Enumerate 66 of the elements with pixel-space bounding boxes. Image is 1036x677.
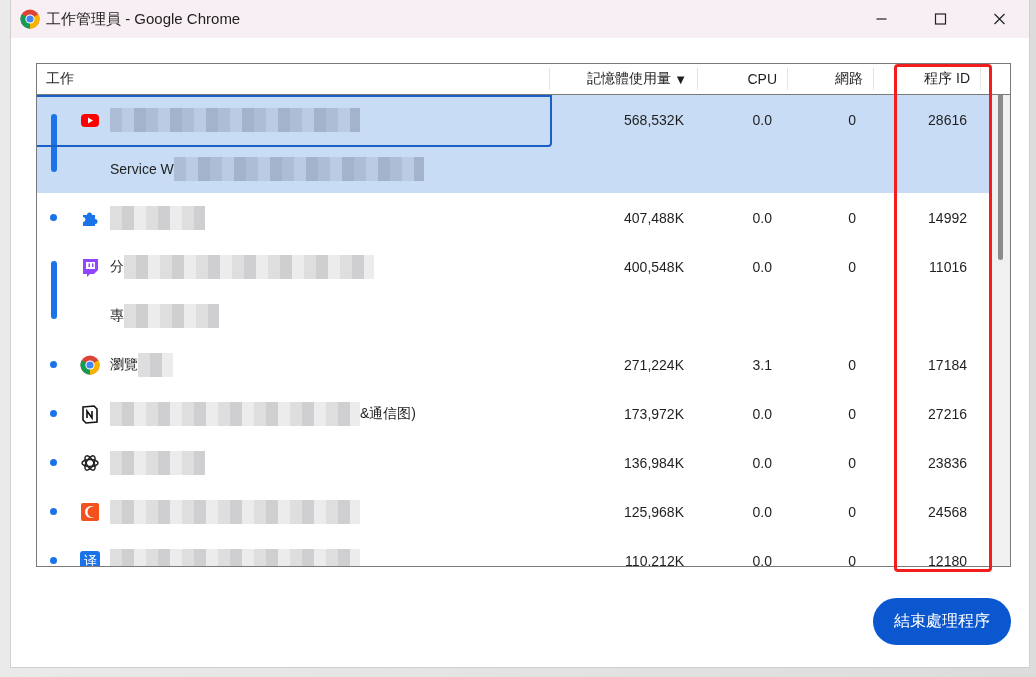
notebook-icon <box>80 404 100 424</box>
task-row[interactable]: Service W 568,532K 0.0 0 28616 <box>37 95 990 193</box>
group-bar <box>50 261 57 319</box>
task-name: 分 <box>110 257 124 276</box>
task-name: 專 <box>110 306 124 325</box>
group-dot <box>50 410 57 417</box>
task-row[interactable]: 136,984K 0.0 0 23836 <box>37 438 990 487</box>
task-row[interactable]: 分 專 400,548K 0.0 0 11016 <box>37 242 990 340</box>
network-cell-text: 0 <box>847 355 857 375</box>
cpu-cell-text: 0.0 <box>751 404 773 424</box>
browser-logo-icon <box>20 9 40 29</box>
pid-cell-text: 11016 <box>928 257 968 277</box>
network-cell-text: 0 <box>847 404 857 424</box>
cpu-cell-text: 0.0 <box>751 257 773 277</box>
memory-cell-text: 271,224K <box>623 355 685 375</box>
task-name: Service W <box>110 160 174 177</box>
pid-cell-text: 28616 <box>927 110 968 130</box>
group-dot <box>50 214 57 221</box>
chat-bubble-icon <box>80 257 100 277</box>
cpu-cell-text: 0.0 <box>751 502 773 522</box>
pid-cell-text: 24568 <box>927 502 968 522</box>
scrollbar-thumb[interactable] <box>998 95 1003 260</box>
memory-cell-text: 125,968K <box>623 502 685 522</box>
group-bar <box>50 114 57 172</box>
memory-cell-text: 136,984K <box>623 453 685 473</box>
cpu-cell-text: 0.0 <box>751 110 773 130</box>
group-dot <box>50 459 57 466</box>
task-row[interactable]: 407,488K 0.0 0 14992 <box>37 193 990 242</box>
window-title: 工作管理員 - Google Chrome <box>46 9 242 29</box>
pid-cell-text: 17184 <box>927 355 968 375</box>
task-row[interactable]: 125,968K 0.0 0 24568 <box>37 487 990 536</box>
group-dot <box>50 557 57 564</box>
memory-cell-text: 407,488K <box>623 208 685 228</box>
pid-cell-text: 12180 <box>927 551 968 566</box>
cpu-cell-text: 0.0 <box>751 551 773 566</box>
end-process-button[interactable]: 結束處理程序 <box>873 598 1011 645</box>
pid-cell-text: 27216 <box>927 404 968 424</box>
group-dot <box>50 508 57 515</box>
group-dot <box>50 361 57 368</box>
browser-logo-icon <box>80 355 100 375</box>
network-cell-text: 0 <box>847 257 857 277</box>
task-row[interactable]: &通信图) 173,972K 0.0 0 27216 <box>37 389 990 438</box>
cpu-cell-text: 3.1 <box>751 355 773 375</box>
knot-icon <box>80 453 100 473</box>
column-header[interactable]: 工作 <box>37 68 550 90</box>
crescent-icon <box>80 502 100 522</box>
network-cell-text: 0 <box>847 110 857 130</box>
network-cell-text: 0 <box>847 208 857 228</box>
memory-cell-text: 568,532K <box>623 110 685 130</box>
network-cell-text: 0 <box>847 453 857 473</box>
task-row[interactable]: 瀏覽 271,224K 3.1 0 17184 <box>37 340 990 389</box>
translate-icon: 译 <box>80 551 100 566</box>
task-name: &通信图) <box>360 404 416 423</box>
pid-cell-text: 23836 <box>927 453 968 473</box>
cpu-cell-text: 0.0 <box>751 208 773 228</box>
network-cell-text: 0 <box>847 502 857 522</box>
pid-cell-text: 14992 <box>927 208 968 228</box>
column-header[interactable]: 記憶體使用量 ▼ <box>550 68 698 90</box>
scrollbar[interactable] <box>990 95 1010 566</box>
memory-cell-text: 173,972K <box>623 404 685 424</box>
blurred-text <box>138 352 173 377</box>
task-name: 瀏覽 <box>110 355 138 374</box>
cpu-cell-text: 0.0 <box>751 453 773 473</box>
network-cell-text: 0 <box>847 551 857 566</box>
column-header[interactable]: CPU <box>698 68 788 90</box>
memory-cell-text: 400,548K <box>623 257 685 277</box>
